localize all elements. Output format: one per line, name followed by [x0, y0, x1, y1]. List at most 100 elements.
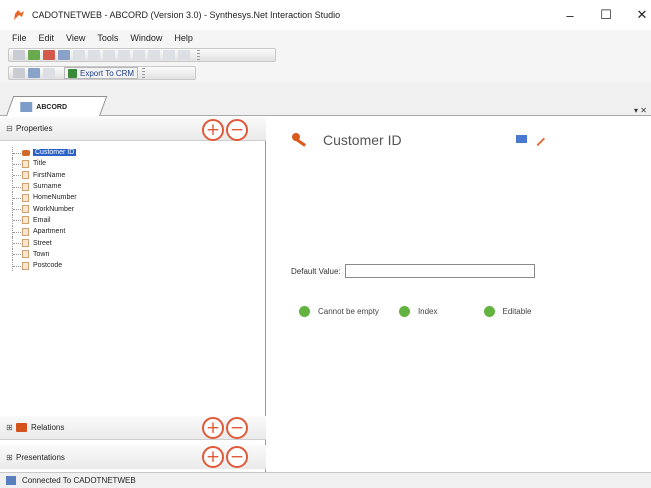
- tree-item-label: Apartment: [33, 228, 66, 236]
- close-button[interactable]: ✕: [624, 0, 651, 30]
- grid-icon[interactable]: [516, 135, 527, 143]
- menu-help[interactable]: Help: [174, 33, 193, 43]
- field-icon: [22, 171, 29, 180]
- document-icon: [20, 101, 33, 112]
- document-tab-label: ABCORD: [36, 103, 68, 110]
- default-value-label: Default Value:: [291, 266, 341, 276]
- menu-edit[interactable]: Edit: [39, 33, 55, 43]
- phone-field-icon: [22, 193, 29, 202]
- phone-field-icon: [22, 205, 29, 214]
- menu-window[interactable]: Window: [130, 33, 162, 43]
- add-presentation-button[interactable]: +: [202, 446, 224, 468]
- flag-editable[interactable]: Editable: [483, 306, 531, 317]
- document-tab-strip: ABCORD ▾ ✕: [0, 82, 651, 116]
- tree-item-street[interactable]: Street: [8, 237, 248, 249]
- remove-relation-button[interactable]: −: [226, 417, 248, 439]
- tree-item-town[interactable]: Town: [8, 248, 248, 260]
- field-icon: [22, 182, 29, 191]
- tree-item-customer-id[interactable]: Customer ID: [8, 147, 248, 159]
- flag-label: Cannot be empty: [318, 307, 379, 316]
- document-tab-abcord[interactable]: ABCORD: [6, 96, 108, 116]
- minimize-button[interactable]: –: [552, 0, 588, 30]
- tree-item-label: Title: [33, 160, 46, 168]
- tree-item-label: Postcode: [33, 262, 63, 270]
- export-toolbar: Export To CRM: [0, 64, 651, 82]
- tree-item-postcode[interactable]: Postcode: [8, 259, 248, 272]
- default-value-input[interactable]: [344, 264, 535, 278]
- export-to-crm-label: Export To CRM: [80, 68, 135, 78]
- standard-toolbar-strip: [8, 48, 276, 62]
- field-name: Customer ID: [323, 132, 402, 148]
- undo-icon[interactable]: [13, 50, 25, 60]
- tree-item-email[interactable]: Email: [8, 214, 248, 227]
- tree-item-title[interactable]: Title: [8, 158, 248, 170]
- field-icon: [22, 227, 29, 236]
- connect-icon[interactable]: [13, 68, 25, 78]
- cut-icon[interactable]: [73, 50, 85, 60]
- menu-bar: File Edit View Tools Window Help: [0, 30, 651, 46]
- tab-scroll-arrow-icon[interactable]: ▾ ✕: [634, 106, 647, 115]
- flag-cannot-be-empty[interactable]: Cannot be empty: [299, 306, 379, 317]
- collapse-icon[interactable]: ⊟: [6, 124, 16, 133]
- field-flags: Cannot be empty Index Editable: [299, 306, 549, 317]
- tree-item-worknumber[interactable]: WorkNumber: [8, 203, 248, 215]
- properties-label: Properties: [16, 124, 53, 133]
- toolbar-grip[interactable]: [197, 50, 200, 60]
- find-icon[interactable]: [118, 50, 130, 60]
- copy-icon[interactable]: [88, 50, 100, 60]
- status-bar: Connected To CADOTNETWEB: [0, 472, 651, 488]
- delete-icon[interactable]: [43, 50, 55, 60]
- properties-tree: Customer ID Title FirstName Surname Home…: [8, 147, 248, 272]
- status-text: Connected To CADOTNETWEB: [22, 476, 136, 485]
- menu-view[interactable]: View: [66, 33, 85, 43]
- export-icon: [68, 68, 77, 78]
- field-icon: [22, 261, 29, 270]
- field-header: Customer ID: [291, 131, 402, 149]
- key-icon: [22, 149, 30, 156]
- tree-item-label: FirstName: [33, 171, 66, 179]
- properties-icon[interactable]: [163, 50, 175, 60]
- remove-presentation-button[interactable]: −: [226, 446, 248, 468]
- maximize-button[interactable]: ☐: [588, 0, 624, 30]
- toolbar-grip[interactable]: [142, 68, 146, 78]
- expand-icon[interactable]: ⊞: [6, 423, 16, 432]
- green-status-icon: [398, 306, 410, 317]
- database-icon[interactable]: [28, 68, 40, 78]
- tree-item-surname[interactable]: Surname: [8, 180, 248, 193]
- export-to-crm-button[interactable]: Export To CRM: [64, 67, 139, 79]
- email-field-icon: [22, 216, 29, 225]
- add-relation-button[interactable]: +: [202, 417, 224, 439]
- save-icon[interactable]: [58, 50, 70, 60]
- field-icon: [22, 250, 29, 259]
- tree-item-label: HomeNumber: [33, 194, 77, 202]
- presentations-label: Presentations: [16, 452, 65, 462]
- remove-property-button[interactable]: −: [226, 119, 248, 141]
- redo-icon[interactable]: [28, 50, 40, 60]
- key-icon: [292, 133, 307, 147]
- green-status-icon: [299, 306, 310, 317]
- paste-icon[interactable]: [103, 50, 115, 60]
- expand-icon[interactable]: ⊞: [6, 453, 16, 462]
- flag-index[interactable]: Index: [398, 306, 438, 317]
- sync-icon[interactable]: [43, 68, 55, 78]
- relations-icon: [16, 423, 27, 432]
- field-icon: [22, 159, 29, 168]
- help-icon[interactable]: [178, 50, 190, 60]
- tree-item-label: Surname: [33, 183, 62, 191]
- edit-pen-icon[interactable]: [530, 131, 546, 147]
- field-edit-icons: [516, 131, 546, 147]
- entity-explorer: ⊟ Properties + − Customer ID Title First…: [0, 117, 266, 472]
- add-property-button[interactable]: +: [202, 119, 224, 141]
- tree-item-label: Email: [33, 216, 51, 224]
- tree-item-label: Street: [33, 239, 52, 247]
- preview-icon[interactable]: [148, 50, 160, 60]
- window-title: CADOTNETWEB - ABCORD (Version 3.0) - Syn…: [32, 10, 341, 20]
- tree-item-firstname[interactable]: FirstName: [8, 169, 248, 181]
- menu-file[interactable]: File: [12, 33, 27, 43]
- tree-item-apartment[interactable]: Apartment: [8, 226, 248, 238]
- tree-item-homenumber[interactable]: HomeNumber: [8, 192, 248, 204]
- tree-item-label: Town: [33, 250, 50, 258]
- print-icon[interactable]: [133, 50, 145, 60]
- menu-tools[interactable]: Tools: [97, 33, 118, 43]
- connection-icon: [6, 476, 16, 485]
